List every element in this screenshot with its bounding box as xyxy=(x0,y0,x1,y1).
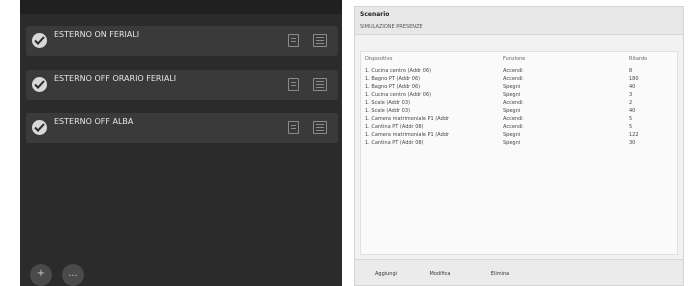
scenario-name: SIMULAZIONE PRESENZE xyxy=(360,24,423,30)
delay-cell: 122 xyxy=(629,132,639,138)
device-cell: 1. Scale (Addr 03) xyxy=(365,108,410,114)
delay-cell: 40 xyxy=(629,84,636,90)
table-row[interactable]: 1. Cantina PT (Addr 08) Accendi 5 xyxy=(361,124,677,132)
function-cell: Spegni xyxy=(503,84,521,90)
action-bar: Aggiungi Modifica Elimina xyxy=(355,259,683,285)
device-table: Dispositivo Funzione Ritardo 1. Cucina c… xyxy=(360,51,678,255)
table-row[interactable]: 1. Bagno PT (Addr 06) Accendi 180 xyxy=(361,76,677,84)
table-row[interactable]: 1. Bagno PT (Addr 06) Spegni 40 xyxy=(361,84,677,92)
scenario-list-panel: ESTERNO ON FERIALI ESTERNO OFF ORARIO FE… xyxy=(20,0,342,286)
delay-cell: 8 xyxy=(629,68,633,74)
device-cell: 1. Cucina centro (Addr 06) xyxy=(365,68,432,74)
function-cell: Spegni xyxy=(503,140,521,146)
function-cell: Accendi xyxy=(503,116,523,122)
device-cell: 1. Bagno PT (Addr 06) xyxy=(365,84,421,90)
delay-cell: 2 xyxy=(629,100,633,106)
list-icon[interactable] xyxy=(313,34,327,47)
table-row[interactable]: 1. Scale (Addr 03) Spegni 40 xyxy=(361,108,677,116)
table-row[interactable]: 1. Camera matrimoniale P1 (Addr Accendi … xyxy=(361,116,677,124)
list-icon[interactable] xyxy=(313,121,327,134)
more-button[interactable]: ... xyxy=(62,264,84,286)
device-cell: 1. Cucina centro (Addr 06) xyxy=(365,92,432,98)
scene-item[interactable]: ESTERNO OFF ORARIO FERIALI xyxy=(26,70,338,100)
check-icon[interactable] xyxy=(32,77,47,92)
remove-button[interactable]: Elimina xyxy=(483,267,517,281)
device-cell: 1. Bagno PT (Addr 06) xyxy=(365,76,421,82)
function-cell: Spegni xyxy=(503,108,521,114)
delay-cell: 5 xyxy=(629,124,633,130)
table-row[interactable]: 1. Scale (Addr 03) Accendi 2 xyxy=(361,100,677,108)
function-cell: Accendi xyxy=(503,100,523,106)
scene-item[interactable]: ESTERNO ON FERIALI xyxy=(26,26,338,56)
check-icon[interactable] xyxy=(32,120,47,135)
edit-icon[interactable] xyxy=(288,78,299,91)
more-icon: ... xyxy=(68,268,78,279)
function-cell: Spegni xyxy=(503,132,521,138)
delay-cell: 5 xyxy=(629,116,633,122)
delay-cell: 30 xyxy=(629,140,636,146)
delay-cell: 3 xyxy=(629,92,633,98)
device-cell: 1. Cantina PT (Addr 08) xyxy=(365,124,424,130)
column-header-delay: Ritardo xyxy=(629,56,648,62)
list-icon[interactable] xyxy=(313,78,327,91)
delay-cell: 40 xyxy=(629,108,636,114)
function-cell: Spegni xyxy=(503,92,521,98)
device-cell: 1. Camera matrimoniale P1 (Addr xyxy=(365,116,449,122)
device-cell: 1. Scale (Addr 03) xyxy=(365,100,410,106)
edit-icon[interactable] xyxy=(288,34,299,47)
table-row[interactable]: 1. Cucina centro (Addr 06) Spegni 3 xyxy=(361,92,677,100)
scene-name: ESTERNO ON FERIALI xyxy=(54,30,140,39)
function-cell: Accendi xyxy=(503,68,523,74)
panel-header xyxy=(20,0,342,14)
delay-cell: 180 xyxy=(629,76,639,82)
scenario-label: Scenario xyxy=(360,11,390,18)
scene-item[interactable]: ESTERNO OFF ALBA xyxy=(26,113,338,143)
scene-name: ESTERNO OFF ALBA xyxy=(54,117,134,126)
table-row[interactable]: 1. Cantina PT (Addr 08) Spegni 30 xyxy=(361,140,677,148)
edit-button[interactable]: Modifica xyxy=(423,267,457,281)
add-icon: + xyxy=(36,268,46,279)
edit-icon[interactable] xyxy=(288,121,299,134)
device-cell: 1. Camera matrimoniale P1 (Addr xyxy=(365,132,449,138)
column-header-function: Funzione xyxy=(503,56,526,62)
device-cell: 1. Cantina PT (Addr 08) xyxy=(365,140,424,146)
check-icon[interactable] xyxy=(32,33,47,48)
table-row[interactable]: 1. Camera matrimoniale P1 (Addr Spegni 1… xyxy=(361,132,677,140)
add-scene-button[interactable]: + xyxy=(30,264,52,286)
run-button[interactable] xyxy=(537,267,577,281)
column-header-device: Dispositivo xyxy=(365,56,393,62)
function-cell: Accendi xyxy=(503,76,523,82)
scenario-header: Scenario SIMULAZIONE PRESENZE xyxy=(355,7,683,35)
scene-name: ESTERNO OFF ORARIO FERIALI xyxy=(54,74,177,83)
scenario-detail-panel: Scenario SIMULAZIONE PRESENZE Dispositiv… xyxy=(354,6,684,286)
add-button[interactable]: Aggiungi xyxy=(369,267,403,281)
table-row[interactable]: 1. Cucina centro (Addr 06) Accendi 8 xyxy=(361,68,677,76)
function-cell: Accendi xyxy=(503,124,523,130)
